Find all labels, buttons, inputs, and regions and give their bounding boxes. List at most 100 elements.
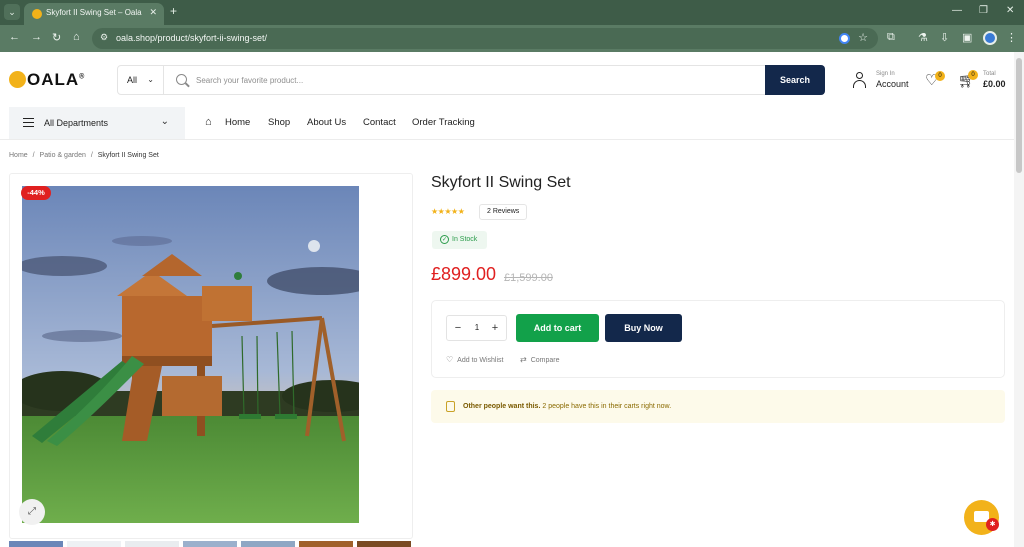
tab-search-icon[interactable]: ⌄	[4, 4, 20, 20]
home-browser-icon[interactable]: ⌂	[73, 31, 80, 43]
compare-link[interactable]: ⇄ Compare	[520, 355, 560, 364]
cart-total-value: £0.00	[983, 79, 1006, 89]
product-image[interactable]	[22, 186, 359, 523]
reload-icon[interactable]: ↻	[52, 31, 61, 44]
all-departments-dropdown[interactable]: All Departments ⌄	[9, 107, 185, 139]
add-to-wishlist-link[interactable]: ♡ Add to Wishlist	[446, 355, 503, 364]
quantity-value[interactable]: 1	[469, 323, 485, 332]
nav-shop[interactable]: Shop	[268, 117, 290, 128]
sale-badge: -44%	[21, 186, 51, 200]
compare-arrows-icon: ⇄	[520, 355, 527, 364]
product-old-price: £1,599.00	[504, 272, 553, 284]
nav-order-tracking[interactable]: Order Tracking	[412, 117, 475, 128]
address-bar[interactable]: ⚙ oala.shop/product/skyfort-ii-swing-set…	[92, 28, 878, 49]
nav-about-us[interactable]: About Us	[307, 117, 346, 128]
sidepanel-icon[interactable]: ▣	[962, 31, 972, 44]
bookmark-star-icon[interactable]: ☆	[858, 31, 868, 44]
heart-icon: ♡	[446, 355, 454, 364]
tab-close-icon[interactable]: ✕	[149, 7, 157, 18]
logo-mark-icon	[9, 71, 26, 88]
logo-text: OALA®	[27, 70, 86, 89]
stock-label: In Stock	[452, 236, 478, 243]
search-icon	[176, 74, 187, 85]
cart-count-badge: 0	[968, 70, 978, 80]
extensions-icon[interactable]: ⧉	[887, 31, 895, 44]
close-window-icon[interactable]: ✕	[1006, 5, 1014, 16]
breadcrumb-separator: /	[90, 152, 93, 159]
product-gallery	[9, 173, 413, 539]
product-title: Skyfort II Swing Set	[431, 174, 571, 191]
shopping-bag-icon	[446, 401, 455, 412]
tab-title: Skyfort II Swing Set – Oala	[46, 8, 142, 17]
cart-total-label: Total	[983, 71, 996, 77]
account-signin-label: Sign In	[876, 71, 895, 77]
breadcrumb-home[interactable]: Home	[9, 152, 28, 159]
forward-icon[interactable]: →	[31, 31, 42, 43]
breadcrumb: Home / Patio & garden / Skyfort II Swing…	[9, 152, 159, 159]
notice-text: Other people want this. 2 people have th…	[463, 403, 672, 410]
thumbnail[interactable]	[357, 541, 411, 547]
purchase-box: − 1 + Add to cart Buy Now ♡ Add to Wishli…	[431, 300, 1005, 378]
menu-kebab-icon[interactable]: ⋮	[1006, 31, 1017, 44]
search-button[interactable]: Search	[765, 65, 825, 95]
user-icon	[852, 72, 866, 88]
thumbnail[interactable]	[241, 541, 295, 547]
quantity-increase-button[interactable]: +	[488, 320, 502, 336]
site-search: All ⌄ Search	[117, 65, 825, 95]
chevron-down-icon: ⌄	[160, 116, 169, 127]
wishlist-link[interactable]: ♡ 0	[925, 71, 945, 91]
zoom-fullscreen-icon[interactable]: ⤢	[19, 499, 45, 525]
swing-set-image	[22, 186, 359, 523]
browser-tab[interactable]: Skyfort II Swing Set – Oala ✕	[24, 3, 164, 25]
buy-now-button[interactable]: Buy Now	[605, 314, 682, 342]
hamburger-icon	[23, 118, 34, 127]
demand-notice: Other people want this. 2 people have th…	[431, 390, 1005, 423]
back-icon[interactable]: ←	[9, 31, 20, 43]
chat-notification-icon: ✱	[986, 518, 999, 531]
home-icon[interactable]: ⌂	[205, 116, 212, 129]
minimize-icon[interactable]: —	[952, 5, 962, 16]
breadcrumb-separator: /	[32, 152, 35, 159]
nav-home[interactable]: Home	[225, 117, 250, 128]
product-price: £899.00	[431, 264, 497, 284]
account-link[interactable]: Sign In Account	[850, 70, 915, 92]
breadcrumb-current: Skyfort II Swing Set	[97, 152, 159, 159]
downloads-icon[interactable]: ⇩	[940, 31, 949, 44]
nav-contact[interactable]: Contact	[363, 117, 396, 128]
search-category-value: All	[127, 75, 138, 85]
profile-avatar-icon[interactable]	[983, 31, 997, 45]
thumbnail[interactable]	[183, 541, 237, 547]
breadcrumb-category[interactable]: Patio & garden	[40, 152, 86, 159]
labs-icon[interactable]: ⚗	[918, 31, 928, 44]
chat-widget-button[interactable]: ✱	[964, 500, 999, 535]
stock-status: ✓ In Stock	[432, 231, 487, 249]
url-text[interactable]: oala.shop/product/skyfort-ii-swing-set/	[116, 33, 267, 43]
quantity-decrease-button[interactable]: −	[451, 320, 465, 336]
thumbnail-strip	[9, 541, 429, 547]
scrollbar-thumb[interactable]	[1016, 58, 1022, 173]
account-label: Account	[876, 79, 909, 89]
favicon-icon	[32, 9, 42, 19]
header-divider	[0, 139, 1014, 140]
browser-tabbar: ⌄ Skyfort II Swing Set – Oala ✕ + — ❐ ✕	[0, 0, 1024, 25]
site-info-icon[interactable]: ⚙	[100, 32, 108, 43]
google-lens-icon[interactable]	[839, 33, 850, 44]
search-category-select[interactable]: All ⌄	[118, 66, 164, 94]
thumbnail[interactable]	[125, 541, 179, 547]
wishlist-count-badge: 0	[935, 71, 945, 81]
restore-icon[interactable]: ❐	[979, 5, 988, 16]
thumbnail[interactable]	[67, 541, 121, 547]
reviews-count-link[interactable]: 2 Reviews	[479, 204, 528, 220]
check-circle-icon: ✓	[440, 235, 449, 244]
thumbnail[interactable]	[299, 541, 353, 547]
search-input[interactable]	[196, 70, 756, 90]
rating-stars: ★★★★★	[431, 207, 465, 216]
browser-toolbar: ← → ↻ ⌂ ⚙ oala.shop/product/skyfort-ii-s…	[0, 25, 1024, 52]
new-tab-icon[interactable]: +	[170, 4, 177, 18]
chevron-down-icon: ⌄	[147, 75, 154, 84]
departments-label: All Departments	[44, 118, 109, 128]
thumbnail[interactable]	[9, 541, 63, 547]
cart-link[interactable]: 🛒︎ 0 Total £0.00	[958, 70, 1018, 92]
quantity-stepper: − 1 +	[446, 315, 507, 341]
add-to-cart-button[interactable]: Add to cart	[516, 314, 599, 342]
